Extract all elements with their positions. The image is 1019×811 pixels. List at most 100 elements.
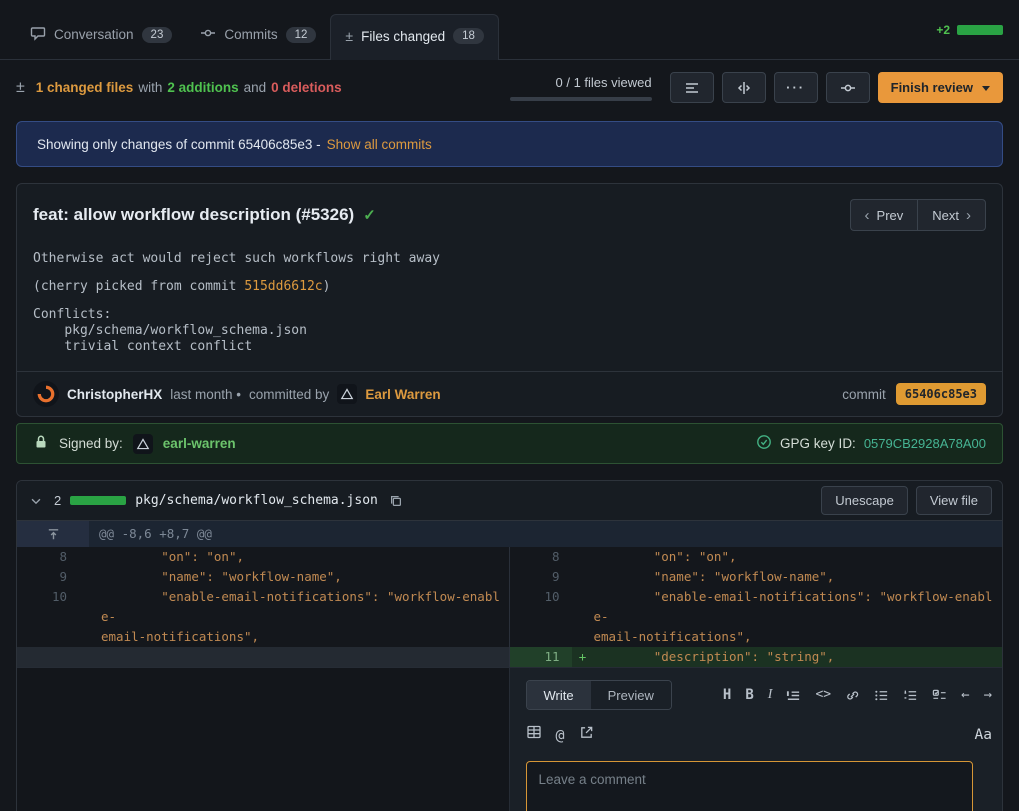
diff-hunk-header: @@ -8,6 +8,7 @@ (17, 521, 1002, 547)
code-button[interactable]: <> (815, 685, 831, 705)
signer-avatar[interactable] (133, 434, 153, 454)
commit-body-line: (cherry picked from commit 515dd6612c) (33, 279, 986, 295)
diff-view-toggle-button[interactable] (722, 72, 766, 103)
commit-label: commit (842, 387, 886, 402)
view-file-button[interactable]: View file (916, 486, 992, 515)
avatar-swirl-icon (36, 384, 56, 404)
diff-right-cell: 8 "on": "on", (510, 547, 1003, 567)
tab-conversation[interactable]: Conversation 23 (16, 12, 186, 59)
mention-button[interactable]: @ (556, 725, 565, 745)
italic-button[interactable]: I (768, 685, 773, 705)
quote-button[interactable] (786, 688, 801, 703)
line-number-new[interactable]: 8 (510, 547, 572, 567)
diff-icon: ± (16, 79, 25, 97)
commit-message-box: feat: allow workflow description (#5326)… (16, 183, 1003, 417)
commit-author-row: ChristopherHX last month • committed by … (17, 371, 1002, 416)
gpg-key-group: GPG key ID: 0579CB2928A78A00 (756, 434, 986, 453)
cherry-pick-hash-link[interactable]: 515dd6612c (244, 279, 322, 294)
line-number-old[interactable]: 9 (17, 567, 79, 587)
more-options-button[interactable]: ··· (774, 72, 818, 103)
collapse-file-button[interactable] (27, 492, 45, 510)
inline-comment-row: Write Preview H B I <> (17, 667, 1002, 811)
commit-select-button[interactable] (826, 72, 870, 103)
link-button[interactable] (845, 688, 860, 703)
banner-text: Showing only changes of commit 65406c85e… (37, 137, 321, 152)
copy-icon (389, 494, 403, 508)
lock-icon (33, 434, 49, 453)
prev-commit-button[interactable]: ‹ Prev (850, 199, 918, 231)
diff-row: 9 "name": "workflow-name", 9 "name": "wo… (17, 567, 1002, 587)
ordered-list-button[interactable] (903, 688, 918, 703)
diff-summary-bar: ± 1 changed files with 2 additions and 0… (0, 60, 1019, 117)
copy-file-path-button[interactable] (387, 492, 405, 510)
file-stat-bar (70, 496, 126, 505)
empty-area (17, 668, 509, 811)
whitespace-options-button[interactable] (670, 72, 714, 103)
diff-right-cell: 11 + "description": "string", (510, 647, 1003, 667)
line-number-new[interactable]: 9 (510, 567, 572, 587)
next-label: Next (932, 208, 959, 223)
commit-body-line: Otherwise act would reject such workflow… (33, 251, 986, 267)
show-all-commits-link[interactable]: Show all commits (327, 137, 432, 152)
pr-tabbar: Conversation 23 Commits 12 ± Files chang… (0, 0, 1019, 60)
additions-count: 2 additions (167, 80, 238, 95)
redo-icon[interactable]: → (984, 685, 992, 705)
line-number-old[interactable]: 8 (17, 547, 79, 567)
code-line: "on": "on", (594, 547, 1003, 567)
committed-by-label: committed by (249, 387, 329, 402)
task-list-button[interactable] (932, 688, 947, 703)
expand-hunk-button[interactable] (17, 521, 89, 547)
gpg-key-id: 0579CB2928A78A00 (864, 436, 986, 451)
signed-by-label: Signed by: (59, 436, 123, 451)
code-line: "name": "workflow-name", (101, 567, 509, 587)
finish-review-button[interactable]: Finish review (878, 72, 1003, 103)
tab-label: Commits (224, 27, 277, 42)
comment-input[interactable] (526, 761, 973, 811)
bold-button[interactable]: B (745, 685, 753, 705)
commit-icon (200, 25, 216, 44)
author-avatar[interactable] (33, 381, 59, 407)
write-tab[interactable]: Write (527, 681, 591, 709)
committer-avatar[interactable] (337, 384, 357, 404)
chevron-right-icon: › (966, 207, 971, 224)
table-button[interactable] (526, 724, 542, 746)
comment-form-toolbar: Write Preview H B I <> (526, 680, 993, 710)
prev-label: Prev (877, 208, 904, 223)
commit-message-body: Otherwise act would reject such workflow… (17, 237, 1002, 371)
summary-text: with (138, 80, 162, 95)
preview-tab[interactable]: Preview (591, 681, 671, 709)
committer-name-link[interactable]: Earl Warren (365, 387, 440, 402)
summary-text: and (244, 80, 267, 95)
unfold-icon (46, 527, 61, 542)
editor-mode-tabs: Write Preview (526, 680, 672, 710)
diff-row: 10 "enable-email-notifications": "workfl… (17, 587, 1002, 647)
commit-pager: ‹ Prev Next › (850, 199, 986, 231)
commit-status-check-icon[interactable]: ✓ (363, 206, 376, 224)
diff-stat: +2 (936, 23, 1003, 59)
line-number-old[interactable]: 10 (17, 587, 79, 607)
unescape-button[interactable]: Unescape (821, 486, 908, 515)
signer-name-link[interactable]: earl-warren (163, 436, 236, 451)
diff-stat-count: +2 (936, 23, 950, 37)
diff-left-cell (17, 668, 510, 811)
reference-button[interactable] (579, 725, 594, 746)
undo-icon[interactable]: ← (961, 685, 969, 705)
files-count-badge: 18 (453, 28, 484, 44)
commit-hash-group: commit 65406c85e3 (842, 383, 986, 405)
chevron-down-icon (29, 494, 43, 508)
line-number-new[interactable]: 11 (510, 647, 572, 667)
commit-hash-badge[interactable]: 65406c85e3 (896, 383, 986, 405)
commit-header: feat: allow workflow description (#5326)… (17, 184, 1002, 237)
next-commit-button[interactable]: Next › (917, 199, 986, 231)
diff-left-cell: 9 "name": "workflow-name", (17, 567, 510, 587)
line-number-new[interactable]: 10 (510, 587, 572, 607)
inline-comment-form: Write Preview H B I <> (510, 668, 1003, 811)
heading-button[interactable]: H (723, 685, 731, 705)
diff-right-cell: 10 "enable-email-notifications": "workfl… (510, 587, 1003, 647)
tab-commits[interactable]: Commits 12 (186, 12, 330, 59)
tab-files-changed[interactable]: ± Files changed 18 (330, 14, 499, 60)
author-name-link[interactable]: ChristopherHX (67, 387, 162, 402)
comment-form-toolbar-secondary: @ Aa (526, 724, 993, 746)
plain-text-toggle[interactable]: Aa (975, 725, 992, 745)
unordered-list-button[interactable] (874, 688, 889, 703)
